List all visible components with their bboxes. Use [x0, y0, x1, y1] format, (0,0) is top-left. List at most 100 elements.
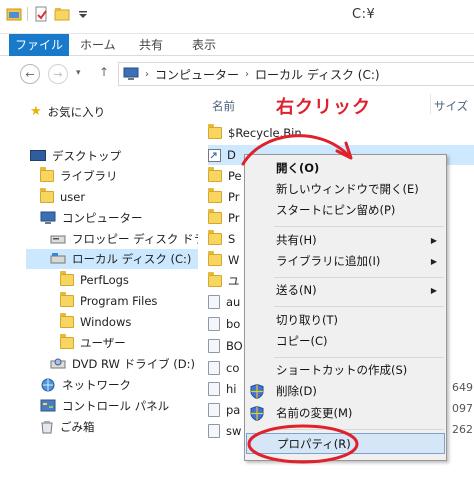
tree-item-control-panel[interactable]: コントロール パネル	[40, 396, 169, 416]
folder-icon	[60, 334, 74, 349]
item-name: S	[228, 232, 236, 246]
tree-item-desktop[interactable]: デスクトップ	[30, 146, 121, 166]
back-button[interactable]: ←	[20, 64, 40, 84]
menu-item-rename[interactable]: 名前の変更(M)	[246, 403, 445, 424]
item-name: Pr	[228, 211, 240, 225]
item-name: W	[228, 253, 240, 267]
file-icon	[208, 382, 220, 396]
menu-separator	[274, 277, 444, 278]
tree-label: ごみ箱	[60, 420, 95, 434]
item-name: D	[227, 148, 236, 162]
address-bar[interactable]: › コンピューター › ローカル ディスク (C:)	[118, 62, 474, 86]
tab-file[interactable]: ファイル	[9, 34, 69, 56]
tree-item-perflogs[interactable]: PerfLogs	[60, 270, 129, 290]
menu-item-cut[interactable]: 切り取り(T)	[246, 310, 445, 331]
explorer-app-icon[interactable]	[6, 6, 22, 22]
size-cell: 097	[452, 402, 473, 415]
ribbon-tabs: ファイル ホーム 共有 表示	[0, 34, 474, 56]
local-disk-icon	[50, 253, 66, 264]
menu-label: 新しいウィンドウで開く(E)	[276, 182, 419, 196]
menu-label: プロパティ(R)	[277, 437, 351, 451]
annotation-right-click: 右クリック	[276, 97, 371, 118]
tree-item-favorites[interactable]: ★ お気に入り	[30, 102, 105, 122]
menu-label: 名前の変更(M)	[276, 406, 353, 420]
tree-item-recycle-bin[interactable]: ごみ箱	[40, 417, 95, 437]
properties-icon[interactable]	[33, 6, 49, 22]
new-folder-icon[interactable]	[54, 6, 70, 22]
item-name: co	[226, 361, 240, 375]
tree-label: ユーザー	[80, 336, 126, 350]
quick-access-toolbar	[6, 6, 91, 22]
file-icon	[208, 339, 220, 353]
file-icon	[208, 403, 220, 417]
menu-label: 共有(H)	[276, 233, 317, 247]
control-panel-icon	[40, 399, 56, 412]
star-icon: ★	[30, 104, 42, 119]
folder-icon	[208, 188, 222, 203]
tree-item-dvd[interactable]: DVD RW ドライブ (D:)	[50, 354, 195, 374]
menu-item-open[interactable]: 開く(O)	[246, 158, 445, 179]
tree-item-network[interactable]: ネットワーク	[40, 375, 131, 395]
list-item[interactable]: $Recycle.Bin	[208, 123, 474, 143]
uac-shield-icon	[250, 384, 264, 399]
menu-label: スタートにピン留め(P)	[276, 203, 396, 217]
file-icon	[208, 295, 220, 309]
forward-button[interactable]: →	[48, 64, 68, 84]
menu-item-copy[interactable]: コピー(C)	[246, 331, 445, 352]
submenu-arrow-icon: ▶	[430, 286, 437, 295]
tree-label: ローカル ディスク (C:)	[72, 252, 192, 266]
up-arrow-icon[interactable]: ↑	[99, 65, 109, 79]
menu-label: 削除(D)	[276, 384, 317, 398]
column-header-size[interactable]: サイズ	[434, 98, 468, 114]
tree-item-library[interactable]: ライブラリ	[40, 166, 118, 186]
item-name: Pe	[228, 169, 242, 183]
menu-item-properties[interactable]: プロパティ(R)	[246, 433, 445, 454]
shortcut-icon	[208, 148, 221, 162]
desktop-icon	[30, 150, 46, 161]
item-name: sw	[226, 424, 242, 438]
column-header-name[interactable]: 名前	[212, 98, 235, 114]
recent-locations-icon[interactable]: ▾	[76, 68, 81, 78]
menu-label: 切り取り(T)	[276, 313, 338, 327]
tree-label: Program Files	[80, 294, 158, 308]
back-arrow-icon: ←	[25, 67, 35, 81]
breadcrumb-local-disk[interactable]: ローカル ディスク (C:)	[255, 66, 380, 83]
item-name: Pr	[228, 190, 240, 204]
item-name: BO	[226, 339, 243, 353]
menu-separator	[274, 429, 444, 430]
tree-label: ネットワーク	[62, 378, 131, 392]
tree-label: デスクトップ	[52, 149, 121, 163]
tree-item-local-disk[interactable]: ローカル ディスク (C:)	[26, 249, 198, 269]
column-divider[interactable]	[430, 94, 431, 114]
tree-item-user[interactable]: user	[40, 187, 85, 207]
context-menu: 開く(O) 新しいウィンドウで開く(E) スタートにピン留め(P) 共有(H) ▶…	[244, 154, 447, 461]
menu-item-share[interactable]: 共有(H) ▶	[246, 230, 445, 251]
user-folder-icon	[40, 188, 54, 203]
breadcrumb-computer[interactable]: コンピューター	[155, 66, 239, 83]
folder-icon	[60, 292, 74, 307]
menu-item-add-library[interactable]: ライブラリに追加(I) ▶	[246, 251, 445, 272]
window-title: C:¥	[352, 7, 376, 22]
tree-item-windows[interactable]: Windows	[60, 312, 131, 332]
folder-icon	[208, 251, 222, 266]
menu-item-pin-start[interactable]: スタートにピン留め(P)	[246, 200, 445, 221]
folder-icon	[60, 313, 74, 328]
tree-label: コントロール パネル	[62, 399, 170, 413]
tree-item-computer[interactable]: コンピューター	[40, 208, 143, 228]
menu-item-create-shortcut[interactable]: ショートカットの作成(S)	[246, 360, 445, 381]
tree-item-users[interactable]: ユーザー	[60, 333, 126, 353]
breadcrumb-separator-icon: ›	[145, 68, 149, 80]
library-icon	[40, 167, 54, 182]
tab-home[interactable]: ホーム	[80, 34, 116, 56]
file-icon	[208, 361, 220, 375]
tab-share[interactable]: 共有	[139, 34, 163, 56]
menu-item-open-new-window[interactable]: 新しいウィンドウで開く(E)	[246, 179, 445, 200]
menu-item-delete[interactable]: 削除(D)	[246, 381, 445, 402]
tree-item-program-files[interactable]: Program Files	[60, 291, 157, 311]
tab-view[interactable]: 表示	[192, 34, 216, 56]
menu-item-send-to[interactable]: 送る(N) ▶	[246, 280, 445, 301]
tree-label: Windows	[80, 315, 132, 329]
customize-toolbar-icon[interactable]	[75, 6, 91, 22]
menu-label: 送る(N)	[276, 283, 317, 297]
file-icon	[208, 424, 220, 438]
